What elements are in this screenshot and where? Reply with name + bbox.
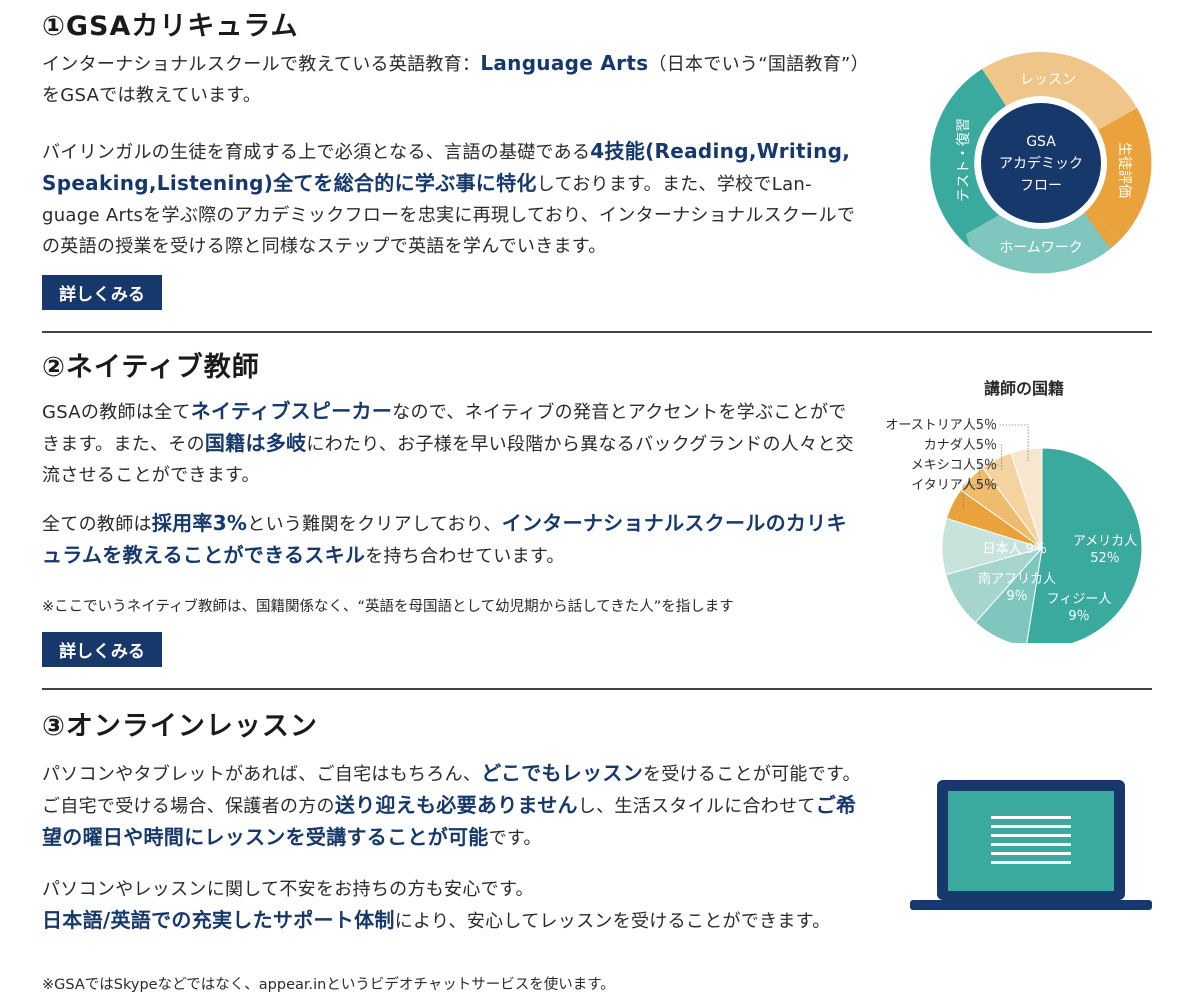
curriculum-intro: インターナショナルスクールで教えている英語教育：Language Arts（日本…: [42, 51, 860, 106]
pie-label: カナダ人5％: [924, 438, 997, 453]
segment-label-lesson: レッスン: [1020, 72, 1076, 88]
teachers-footnote: ※ここでいうネイティブ教師は、国籍関係なく、“英語を母国語として幼児期から話して…: [42, 599, 734, 615]
laptop-icon: [910, 780, 1152, 910]
pie-label: オーストリア人5％: [885, 418, 997, 433]
section-native-teachers: ②ネイティブ教師 GSAの教師は全てネイティブスピーカーなので、ネイティブの発音…: [42, 333, 1152, 689]
teachers-paragraph-1: GSAの教師は全てネイティブスピーカーなので、ネイティブの発音とアクセントを学ぶ…: [42, 399, 854, 486]
pie-label: メキシコ人5％: [911, 458, 997, 473]
laptop-screen: [948, 791, 1114, 891]
more-button-curriculum[interactable]: 詳しくみる: [42, 275, 162, 310]
pie-label: 南アフリカ人: [978, 571, 1056, 587]
center-label-1: GSA: [1026, 134, 1056, 150]
online-footnote: ※GSAではSkypeなどではなく、appear.inというビデオチャットサービ…: [42, 977, 615, 993]
pie-label: 9％: [1006, 589, 1027, 604]
center-label-2: アカデミック: [999, 155, 1083, 172]
pie-label: 52％: [1090, 551, 1120, 566]
pie-label: 9％: [1068, 609, 1089, 624]
section-title: ②ネイティブ教師: [42, 352, 260, 383]
pie-label: フィジー人: [1047, 592, 1112, 607]
center-label-3: フロー: [1020, 178, 1062, 194]
pie-label: 日本人 9％: [983, 542, 1047, 557]
curriculum-body: バイリンガルの生徒を育成する上で必須となる、言語の基礎である4技能(Readin…: [42, 139, 856, 257]
laptop-base: [910, 900, 1152, 910]
online-paragraph-2: パソコンやレッスンに関して不安をお持ちの方も安心です。 日本語/英語での充実したサ…: [42, 879, 831, 932]
section-online-lessons: ③オンラインレッスン パソコンやタブレットがあれば、ご自宅はもちろん、どこでもレ…: [42, 690, 1152, 1000]
online-paragraph-1: パソコンやタブレットがあれば、ご自宅はもちろん、どこでもレッスンを受けることが可…: [42, 761, 861, 849]
pie-label: アメリカ人: [1073, 534, 1137, 549]
nationality-pie-chart: アメリカ人 52％ フィジー人 9％ 南アフリカ人 9％ 日本人 9％ オーストリア人5％ カナ…: [885, 418, 1143, 643]
section-curriculum: ①GSAカリキュラム インターナショナルスクールで教えている英語教育：Langu…: [42, 0, 1152, 332]
teachers-paragraph-2: 全ての教師は採用率3%という難関をクリアしており、インターナショナルスクールのカ…: [42, 511, 847, 567]
section-title: ①GSAカリキュラム: [42, 11, 299, 42]
chart-title: 講師の国籍: [984, 379, 1065, 398]
academic-flow-diagram: GSA アカデミック フロー レッスン 生徒評価 ホームワーク テスト・復習: [930, 52, 1152, 274]
segment-label-homework: ホームワーク: [999, 240, 1083, 256]
section-title: ③オンラインレッスン: [42, 711, 318, 742]
segment-label-evaluation: 生徒評価: [1116, 142, 1132, 198]
pie-label: イタリア人5％: [911, 478, 997, 493]
segment-label-test: テスト・復習: [955, 118, 972, 202]
academic-flow-svg: GSA アカデミック フロー レッスン 生徒評価 ホームワーク テスト・復習: [930, 52, 1152, 274]
more-button-teachers[interactable]: 詳しくみる: [42, 632, 162, 667]
